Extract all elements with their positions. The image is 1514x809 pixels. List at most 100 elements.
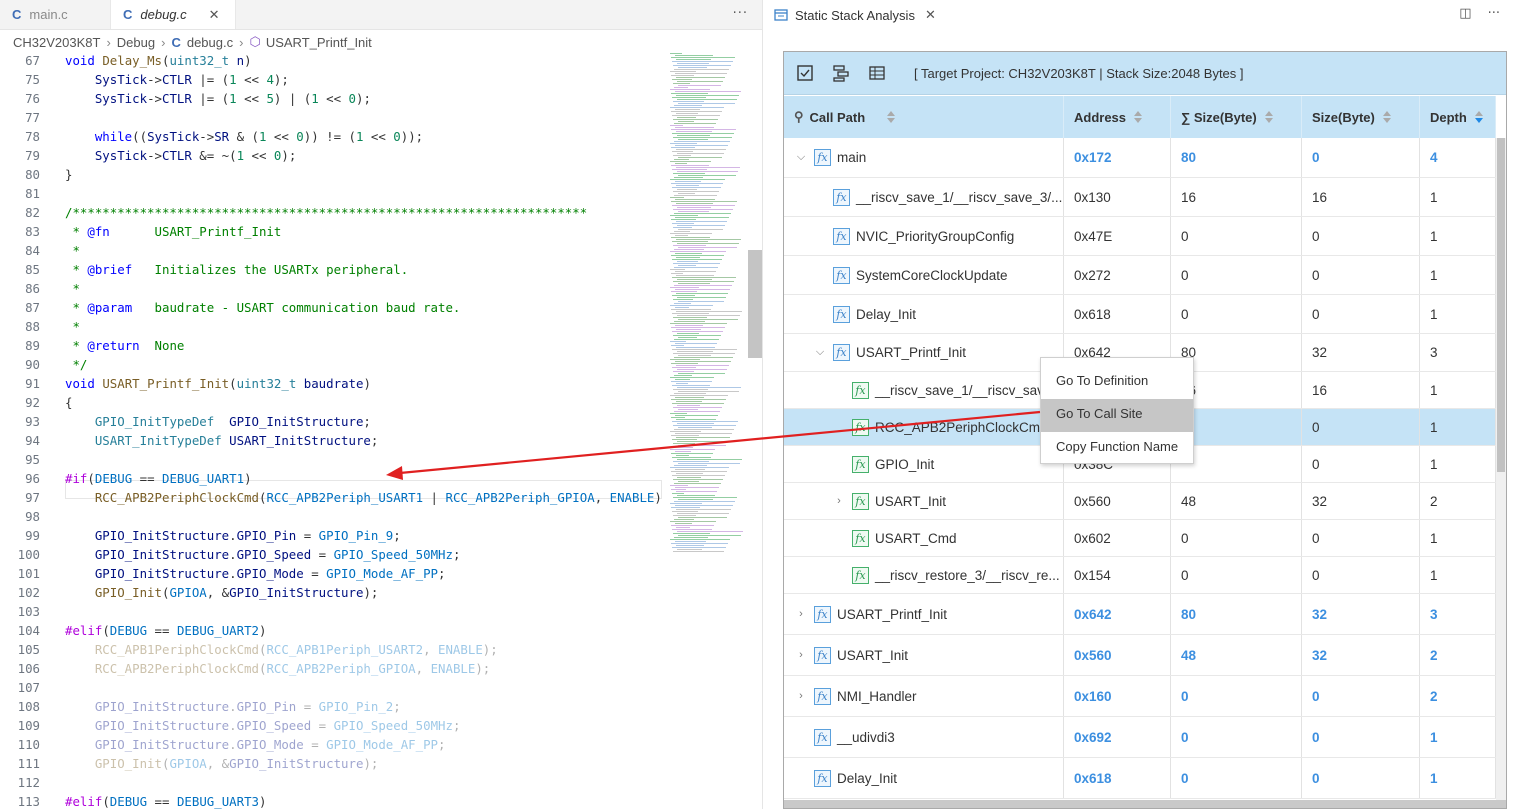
cell-total-size: 0 — [1171, 557, 1302, 593]
minimap-line — [676, 185, 699, 186]
code-line[interactable]: 106 RCC_APB2PeriphClockCmd(RCC_APB2Perip… — [0, 659, 662, 678]
code-line[interactable]: 67 void Delay_Ms(uint32_t n) — [0, 53, 662, 70]
minimap-line — [676, 419, 716, 420]
breadcrumb-folder[interactable]: Debug — [117, 35, 155, 50]
chevron-down-icon[interactable]: ⌵ — [813, 346, 827, 359]
table-row[interactable]: fx USART_Cmd 0x602 0 0 1 — [784, 520, 1496, 557]
line-number: 80 — [25, 167, 40, 182]
horizontal-scrollbar[interactable] — [784, 800, 1506, 808]
code-line[interactable]: 113 #elif(DEBUG == DEBUG_UART3) — [0, 792, 662, 809]
code-line[interactable]: 95 — [0, 450, 662, 469]
code-line[interactable]: 112 — [0, 773, 662, 792]
menu-item-go-to-definition[interactable]: Go To Definition — [1041, 366, 1193, 399]
tab-main-c[interactable]: C main.c — [0, 0, 111, 29]
code-line[interactable]: 90 */ — [0, 355, 662, 374]
code-line[interactable]: 87 * @param baudrate - USART communicati… — [0, 298, 662, 317]
more-actions-icon[interactable]: ··· — [733, 6, 748, 21]
minimap-line — [673, 515, 696, 516]
minimap-line — [677, 441, 728, 442]
code-line[interactable]: 98 — [0, 507, 662, 526]
code-line[interactable]: 109 GPIO_InitStructure.GPIO_Speed = GPIO… — [0, 716, 662, 735]
column-size[interactable]: Size(Byte) — [1302, 96, 1420, 138]
code-line[interactable]: 108 GPIO_InitStructure.GPIO_Pin = GPIO_P… — [0, 697, 662, 716]
code-line[interactable]: 84 * — [0, 241, 662, 260]
table-row[interactable]: fx SystemCoreClockUpdate 0x272 0 0 1 — [784, 256, 1496, 295]
chevron-right-icon[interactable]: › — [794, 649, 808, 661]
code-line[interactable]: 89 * @return None — [0, 336, 662, 355]
table-row[interactable]: ⌵ fx main 0x172 80 0 4 — [784, 138, 1496, 178]
more-actions-icon[interactable]: ··· — [1488, 6, 1500, 21]
code-line[interactable]: 103 — [0, 602, 662, 621]
code-line[interactable]: 91 void USART_Printf_Init(uint32_t baudra… — [0, 374, 662, 393]
code-line[interactable]: 97 RCC_APB2PeriphClockCmd(RCC_APB2Periph… — [0, 488, 662, 507]
code-line[interactable]: 82 /*************************************… — [0, 203, 662, 222]
refresh-analysis-button[interactable] — [792, 60, 818, 86]
code-line[interactable]: 99 GPIO_InitStructure.GPIO_Pin = GPIO_Pi… — [0, 526, 662, 545]
code-line[interactable]: 92 { — [0, 393, 662, 412]
minimap-line — [671, 291, 697, 292]
code-line[interactable]: 77 — [0, 108, 662, 127]
column-total-size[interactable]: ∑ Size(Byte) — [1171, 96, 1302, 138]
table-row[interactable]: › fx USART_Init 0x560 48 32 2 — [784, 483, 1496, 520]
code-line[interactable]: 86 * — [0, 279, 662, 298]
minimap-line — [670, 485, 688, 486]
code-line[interactable]: 88 * — [0, 317, 662, 336]
table-row[interactable]: fx Delay_Init 0x618 0 0 1 — [784, 758, 1496, 799]
table-row[interactable]: fx Delay_Init 0x618 0 0 1 — [784, 295, 1496, 334]
chevron-right-icon[interactable]: › — [794, 608, 808, 620]
code-line[interactable]: 102 GPIO_Init(GPIOA, &GPIO_InitStructure… — [0, 583, 662, 602]
menu-item-go-to-call-site[interactable]: Go To Call Site — [1041, 399, 1193, 432]
code-line[interactable]: 96 #if(DEBUG == DEBUG_UART1) — [0, 469, 662, 488]
export-report-button[interactable] — [864, 60, 890, 86]
code-line[interactable]: 93 GPIO_InitTypeDef GPIO_InitStructure; — [0, 412, 662, 431]
chevron-right-icon[interactable]: › — [832, 495, 846, 507]
tab-static-stack-analysis[interactable]: Static Stack Analysis ✕ — [764, 0, 1514, 30]
menu-item-copy-function-name[interactable]: Copy Function Name — [1041, 432, 1193, 465]
breadcrumb-symbol[interactable]: USART_Printf_Init — [266, 35, 372, 50]
code-line[interactable]: 85 * @brief Initializes the USARTx perip… — [0, 260, 662, 279]
code-line[interactable]: 100 GPIO_InitStructure.GPIO_Speed = GPIO… — [0, 545, 662, 564]
chevron-right-icon[interactable]: › — [794, 690, 808, 702]
table-row[interactable]: fx NVIC_PriorityGroupConfig 0x47E 0 0 1 — [784, 217, 1496, 256]
code-line[interactable]: 78 while((SysTick->SR & (1 << 0)) != (1 … — [0, 127, 662, 146]
code-line[interactable]: 111 GPIO_Init(GPIOA, &GPIO_InitStructure… — [0, 754, 662, 773]
minimap-line — [670, 341, 686, 342]
editor-scrollbar[interactable] — [748, 250, 762, 358]
minimap-line — [671, 525, 714, 526]
column-depth[interactable]: Depth — [1420, 96, 1496, 138]
table-row[interactable]: fx __udivdi3 0x692 0 0 1 — [784, 717, 1496, 758]
table-row[interactable]: › fx USART_Init 0x560 48 32 2 — [784, 635, 1496, 676]
code-line[interactable]: 110 GPIO_InitStructure.GPIO_Mode = GPIO_… — [0, 735, 662, 754]
minimap-line — [672, 277, 736, 278]
close-icon[interactable]: ✕ — [209, 7, 220, 23]
code-line[interactable]: 81 — [0, 184, 662, 203]
code-line[interactable]: 104 #elif(DEBUG == DEBUG_UART2) — [0, 621, 662, 640]
table-row[interactable]: › fx NMI_Handler 0x160 0 0 2 — [784, 676, 1496, 717]
chevron-down-icon[interactable]: ⌵ — [794, 151, 808, 164]
code-line[interactable]: 75 SysTick->CTLR |= (1 << 4); — [0, 70, 662, 89]
code-area[interactable]: 67 void Delay_Ms(uint32_t n) 75 SysTick->C… — [0, 53, 662, 809]
code-line[interactable]: 107 — [0, 678, 662, 697]
column-call-path[interactable]: ⚲ Call Path — [784, 96, 1064, 138]
table-scrollbar[interactable] — [1496, 138, 1506, 808]
breadcrumb-file[interactable]: debug.c — [187, 35, 233, 50]
split-editor-icon[interactable]: ◫ — [1459, 6, 1471, 21]
expand-all-button[interactable] — [828, 60, 854, 86]
breadcrumb-project[interactable]: CH32V203K8T — [13, 35, 100, 50]
code-line[interactable]: 94 USART_InitTypeDef USART_InitStructure… — [0, 431, 662, 450]
minimap[interactable] — [668, 53, 748, 809]
code-line[interactable]: 101 GPIO_InitStructure.GPIO_Mode = GPIO_… — [0, 564, 662, 583]
code-line[interactable]: 76 SysTick->CTLR |= (1 << 5) | (1 << 0); — [0, 89, 662, 108]
code-line[interactable]: 83 * @fn USART_Printf_Init — [0, 222, 662, 241]
column-address[interactable]: Address — [1064, 96, 1171, 138]
table-row[interactable]: fx __riscv_restore_3/__riscv_re... 0x154 0 0… — [784, 557, 1496, 594]
table-row[interactable]: › fx USART_Printf_Init 0x642 80 32 3 — [784, 594, 1496, 635]
code-line[interactable]: 105 RCC_APB1PeriphClockCmd(RCC_APB1Perip… — [0, 640, 662, 659]
table-row[interactable]: fx __riscv_save_1/__riscv_save_3/... 0x130… — [784, 178, 1496, 217]
code-line[interactable]: 79 SysTick->CTLR &= ~(1 << 0); — [0, 146, 662, 165]
tab-debug-c[interactable]: C debug.c ✕ — [111, 0, 236, 29]
scrollbar-thumb[interactable] — [1497, 138, 1505, 472]
code-line[interactable]: 80} — [0, 165, 662, 184]
minimap-line — [674, 177, 703, 178]
close-icon[interactable]: ✕ — [925, 7, 936, 23]
